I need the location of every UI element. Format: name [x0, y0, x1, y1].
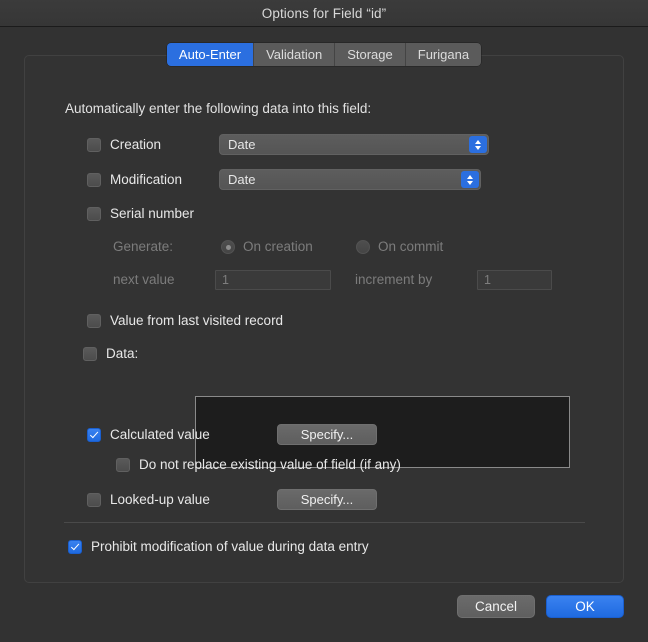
increment-by-input-text: 1 [484, 273, 491, 287]
calculated-value-checkbox[interactable] [87, 427, 101, 442]
creation-label: Creation [110, 137, 162, 152]
looked-up-value-specify-button[interactable]: Specify... [277, 489, 377, 510]
on-creation-radio-row[interactable]: On creation [221, 239, 313, 254]
serial-number-row: Serial number [87, 206, 194, 221]
modification-checkbox[interactable] [87, 172, 101, 187]
generate-label-wrap: Generate: [113, 239, 173, 254]
tab-storage[interactable]: Storage [335, 43, 406, 66]
increment-by-label-wrap: increment by [355, 272, 432, 287]
dialog-footer: Cancel OK [0, 592, 648, 620]
increment-by-label: increment by [355, 272, 433, 287]
ok-button[interactable]: OK [546, 594, 624, 618]
do-not-replace-checkbox[interactable] [116, 457, 130, 472]
prohibit-modification-checkbox[interactable] [68, 539, 82, 554]
modification-popup-value: Date [228, 172, 256, 187]
tab-auto-enter[interactable]: Auto-Enter [166, 43, 255, 66]
data-checkbox[interactable] [83, 346, 97, 361]
calculated-value-row: Calculated value [87, 427, 210, 442]
do-not-replace-row: Do not replace existing value of field (… [116, 457, 401, 472]
modification-label: Modification [110, 172, 183, 187]
do-not-replace-label: Do not replace existing value of field (… [139, 457, 401, 472]
creation-row: Creation [87, 137, 161, 152]
creation-checkbox[interactable] [87, 137, 101, 152]
next-value-label: next value [113, 272, 175, 287]
on-commit-label: On commit [378, 239, 444, 254]
panel-intro-text: Automatically enter the following data i… [65, 101, 372, 116]
creation-popup[interactable]: Date [219, 134, 489, 155]
serial-number-checkbox[interactable] [87, 206, 101, 221]
chevron-updown-icon [461, 171, 479, 188]
next-value-input[interactable]: 1 [215, 270, 331, 290]
tab-furigana[interactable]: Furigana [405, 43, 482, 66]
modification-popup[interactable]: Date [219, 169, 481, 190]
next-value-label-wrap: next value [113, 272, 175, 287]
value-from-last-visited-row: Value from last visited record [87, 313, 283, 328]
auto-enter-panel: Automatically enter the following data i… [24, 55, 624, 583]
modification-row: Modification [87, 172, 182, 187]
next-value-input-text: 1 [222, 273, 229, 287]
calculated-value-label: Calculated value [110, 427, 210, 442]
on-commit-radio[interactable] [356, 239, 370, 254]
cancel-button[interactable]: Cancel [457, 594, 535, 618]
serial-number-label: Serial number [110, 206, 195, 221]
creation-popup-value: Date [228, 137, 256, 152]
on-creation-label: On creation [243, 239, 313, 254]
on-creation-radio[interactable] [221, 239, 235, 254]
looked-up-value-row: Looked-up value [87, 492, 210, 507]
options-dialog: Options for Field “id” Auto-Enter Valida… [0, 0, 648, 642]
value-from-last-visited-checkbox[interactable] [87, 313, 101, 328]
tab-validation[interactable]: Validation [254, 43, 336, 66]
prohibit-modification-row: Prohibit modification of value during da… [68, 539, 369, 554]
tab-bar: Auto-Enter Validation Storage Furigana [0, 43, 648, 66]
generate-label: Generate: [113, 239, 174, 254]
value-from-last-visited-label: Value from last visited record [110, 313, 284, 328]
prohibit-modification-label: Prohibit modification of value during da… [91, 539, 369, 554]
chevron-updown-icon [469, 136, 487, 153]
on-commit-radio-row[interactable]: On commit [356, 239, 443, 254]
looked-up-value-label: Looked-up value [110, 492, 210, 507]
increment-by-input[interactable]: 1 [477, 270, 552, 290]
data-label: Data: [106, 346, 139, 361]
looked-up-value-checkbox[interactable] [87, 492, 101, 507]
titlebar: Options for Field “id” [0, 0, 648, 27]
calculated-value-specify-button[interactable]: Specify... [277, 424, 377, 445]
section-divider [64, 522, 585, 523]
data-row: Data: [83, 346, 138, 361]
window-title: Options for Field “id” [261, 5, 387, 21]
